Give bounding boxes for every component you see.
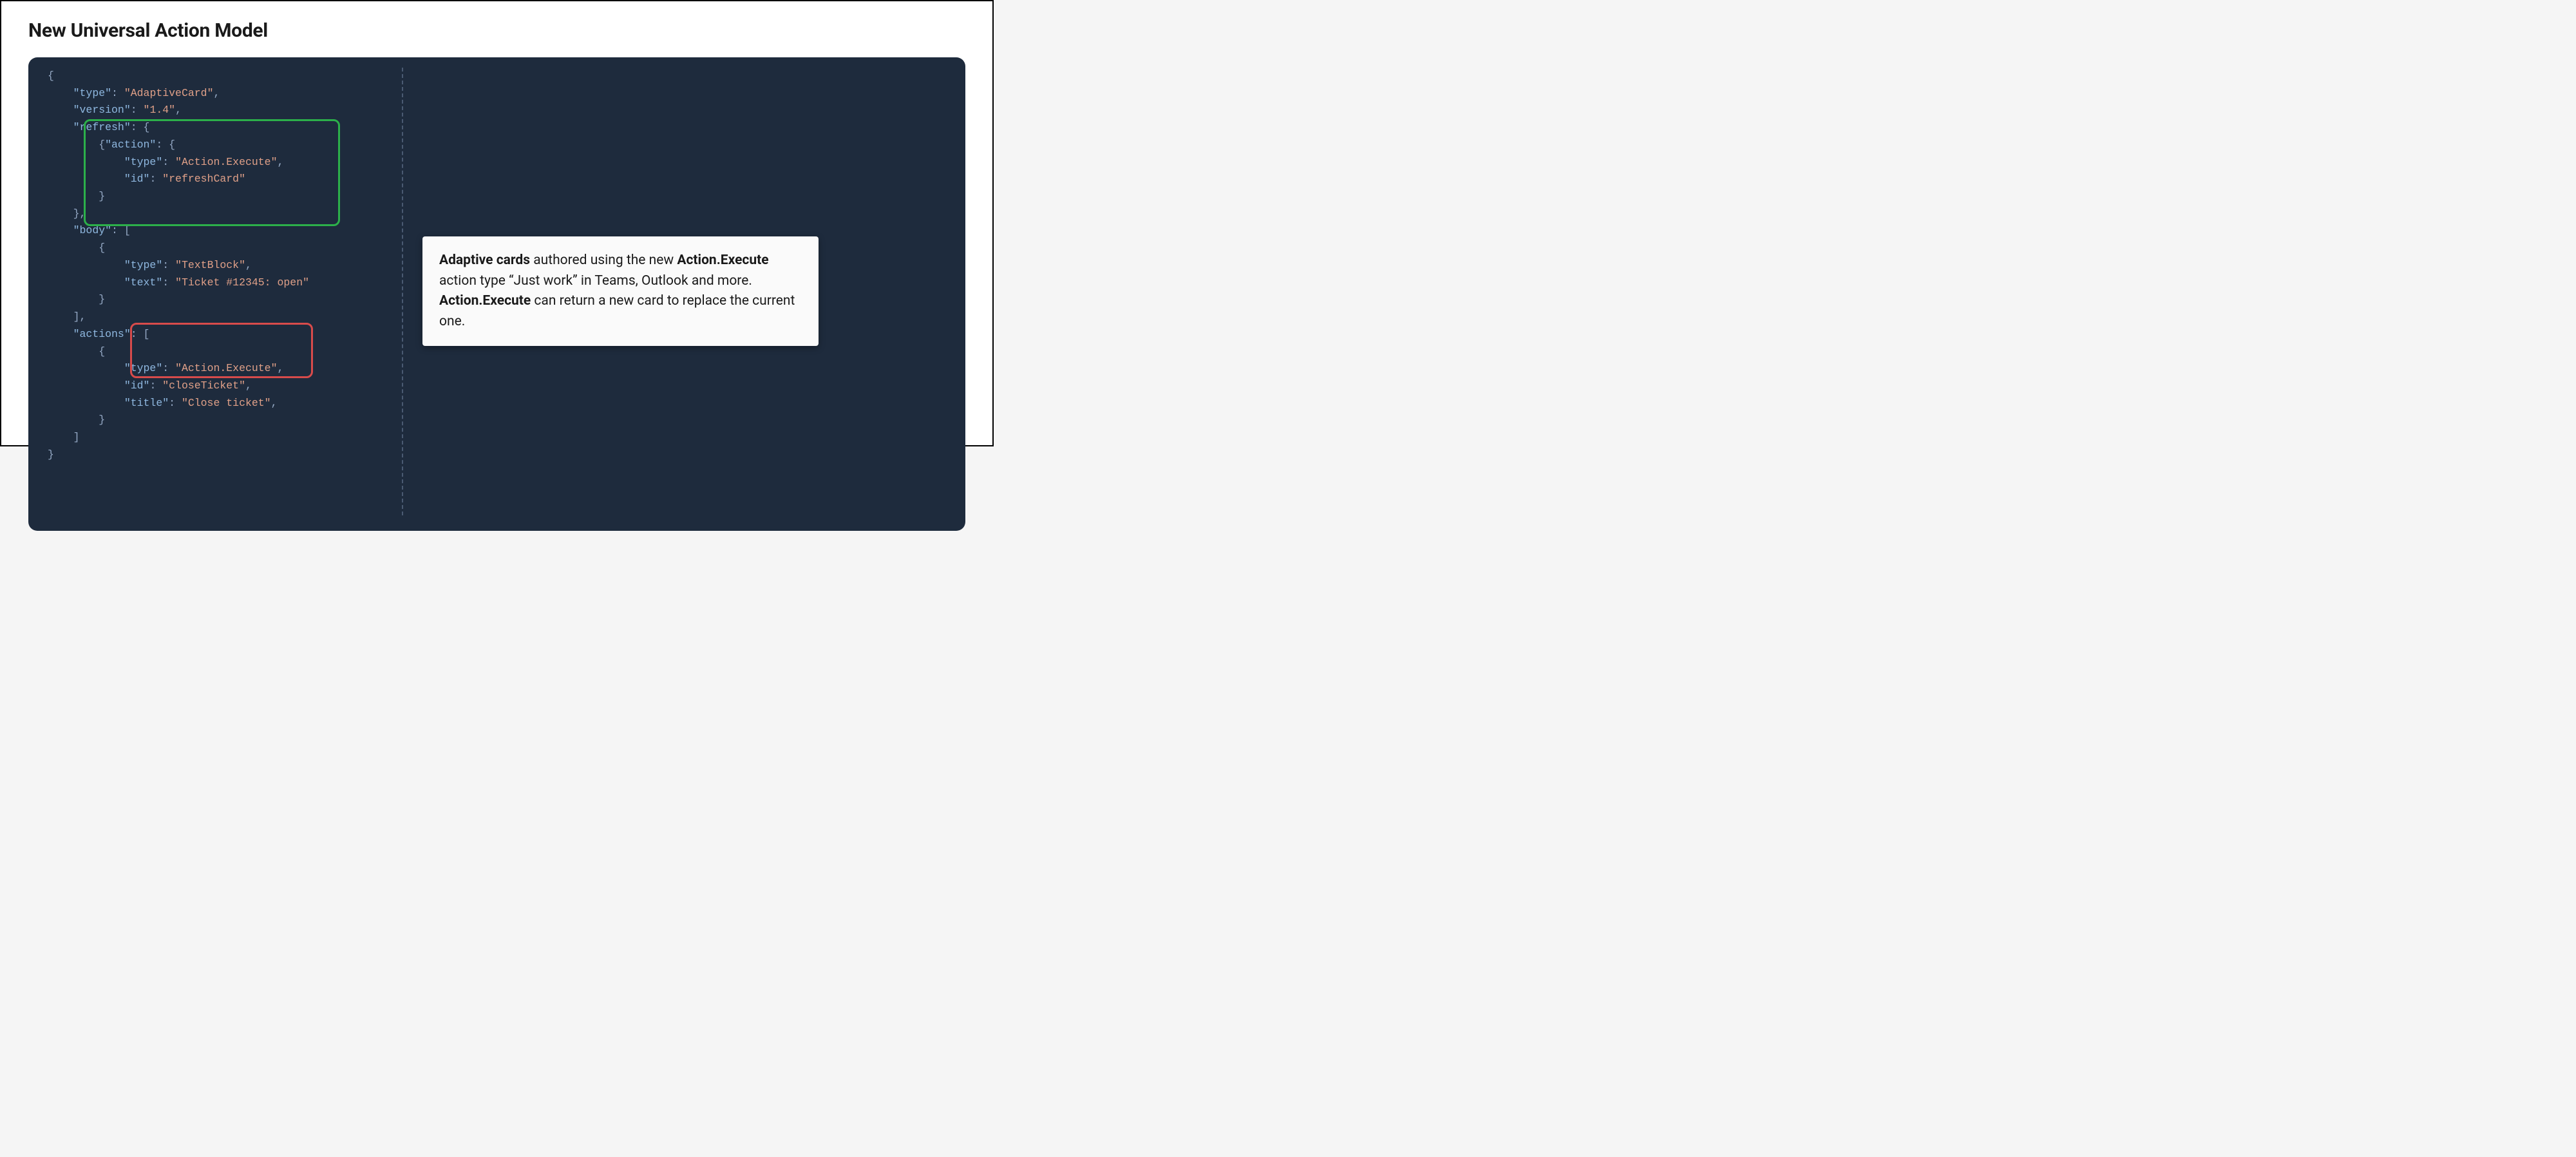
code-value: "AdaptiveCard" bbox=[124, 87, 214, 99]
code-value: "Ticket #12345: open" bbox=[175, 276, 309, 289]
code-key: "type" bbox=[124, 362, 162, 374]
description-column: Adaptive cards authored using the new Ac… bbox=[422, 68, 947, 515]
code-key: "title" bbox=[124, 397, 169, 409]
code-value: "Action.Execute" bbox=[175, 362, 277, 374]
code-key: "id" bbox=[124, 173, 150, 185]
desc-bold: Adaptive cards bbox=[439, 253, 530, 268]
slide-frame: New Universal Action Model { "type": "Ad… bbox=[0, 0, 994, 446]
code-value: "closeTicket" bbox=[162, 379, 245, 392]
desc-text: action type “Just work” in Teams, Outloo… bbox=[439, 273, 752, 289]
code-value: "Action.Execute" bbox=[175, 156, 277, 168]
code-key: "version" bbox=[73, 104, 131, 116]
code-key: "action" bbox=[105, 139, 156, 151]
vertical-divider bbox=[402, 68, 403, 515]
description-box: Adaptive cards authored using the new Ac… bbox=[422, 236, 819, 346]
code-key: "type" bbox=[73, 87, 111, 99]
code-block: { "type": "AdaptiveCard", "version": "1.… bbox=[48, 68, 383, 515]
code-key: "id" bbox=[124, 379, 150, 392]
code-value: "refreshCard" bbox=[162, 173, 245, 185]
code-key: "type" bbox=[124, 259, 162, 271]
code-key: "body" bbox=[73, 224, 111, 236]
content-card: { "type": "AdaptiveCard", "version": "1.… bbox=[28, 57, 965, 531]
code-key: "type" bbox=[124, 156, 162, 168]
code-value: "TextBlock" bbox=[175, 259, 245, 271]
code-key: "refresh" bbox=[73, 121, 131, 133]
desc-bold: Action.Execute bbox=[677, 253, 768, 268]
code-value: "Close ticket" bbox=[182, 397, 271, 409]
code-key: "text" bbox=[124, 276, 162, 289]
desc-bold: Action.Execute bbox=[439, 293, 531, 309]
desc-text: authored using the new bbox=[530, 253, 677, 268]
slide-title: New Universal Action Model bbox=[28, 19, 965, 42]
code-key: "actions" bbox=[73, 328, 131, 340]
code-value: "1.4" bbox=[144, 104, 176, 116]
